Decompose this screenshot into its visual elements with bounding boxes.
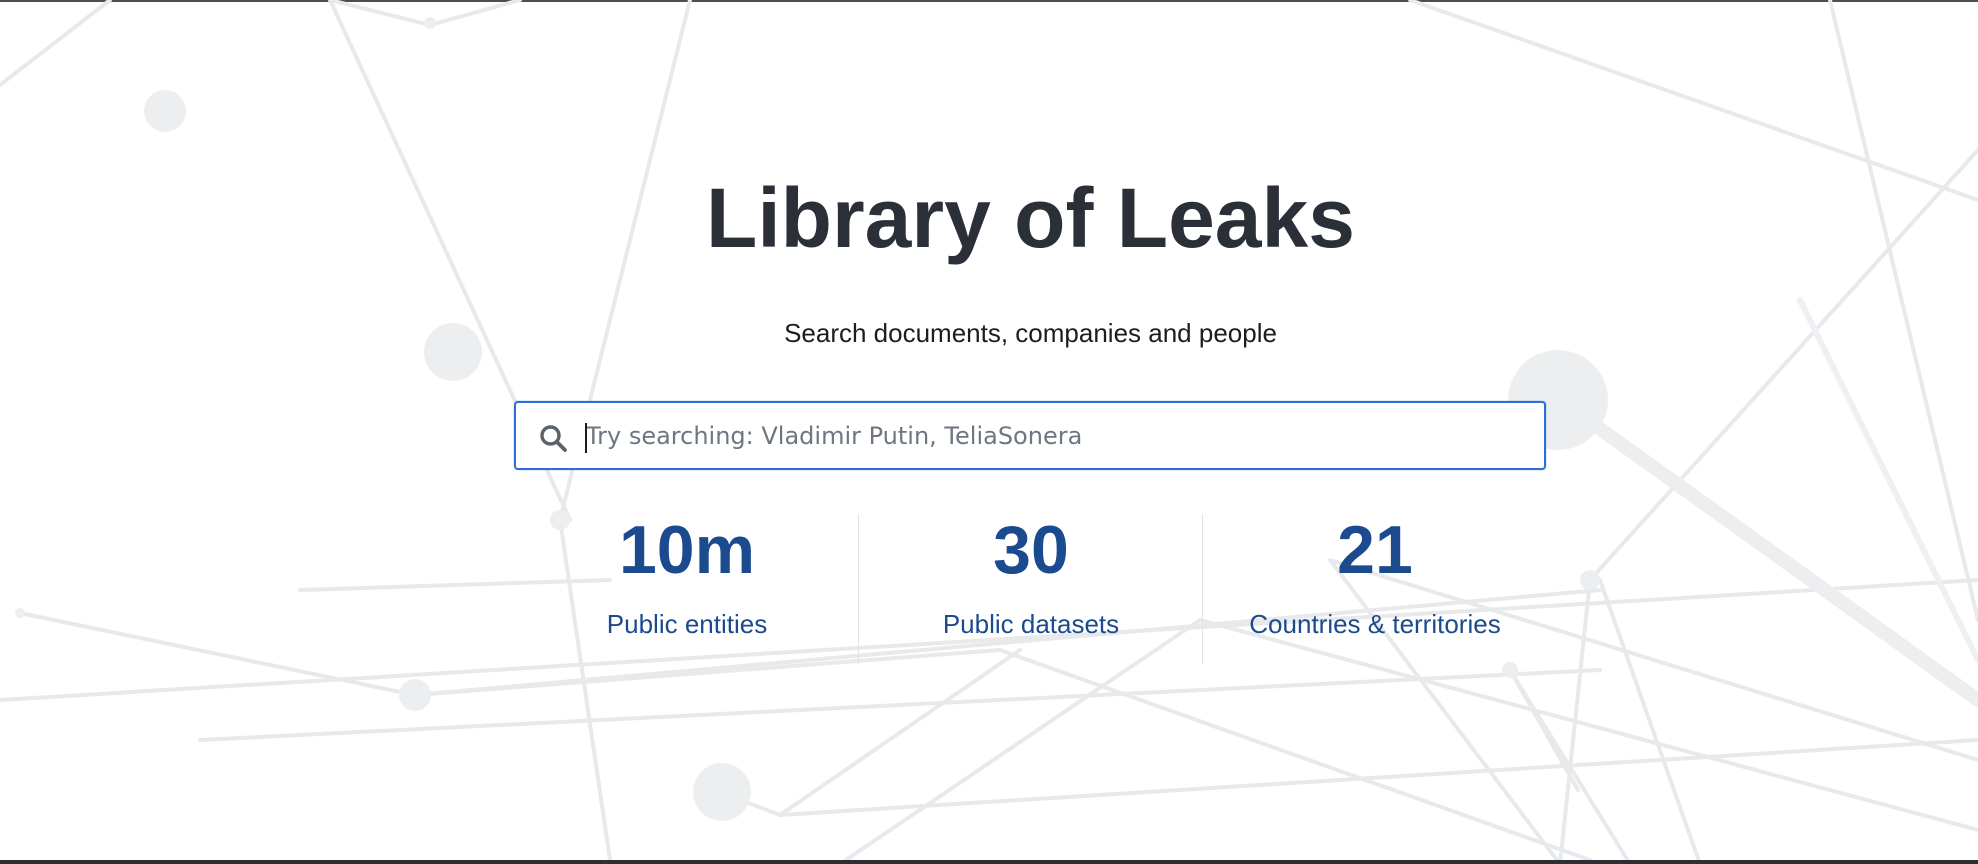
search-icon — [540, 425, 567, 452]
search-input[interactable] — [584, 413, 1526, 459]
stat-value: 10m — [618, 512, 756, 588]
stat-label: Public entities — [606, 609, 768, 639]
stat-public-datasets[interactable]: 30 Public datasets — [859, 510, 1203, 642]
text-cursor — [585, 423, 587, 453]
landing-page: Library of Leaks Search documents, compa… — [0, 0, 1978, 864]
search-box[interactable] — [514, 401, 1546, 470]
window-bottom-border — [0, 860, 1978, 864]
stat-public-entities[interactable]: 10m Public entities — [515, 510, 859, 642]
stat-value: 21 — [1337, 512, 1413, 588]
stat-label: Public datasets — [942, 609, 1120, 639]
stat-value: 30 — [993, 512, 1069, 588]
stat-label: Countries & territories — [1249, 609, 1501, 639]
stat-countries-territories[interactable]: 21 Countries & territories — [1203, 510, 1547, 642]
page-subtitle: Search documents, companies and people — [784, 318, 1277, 348]
page-title: Library of Leaks — [706, 171, 1355, 265]
